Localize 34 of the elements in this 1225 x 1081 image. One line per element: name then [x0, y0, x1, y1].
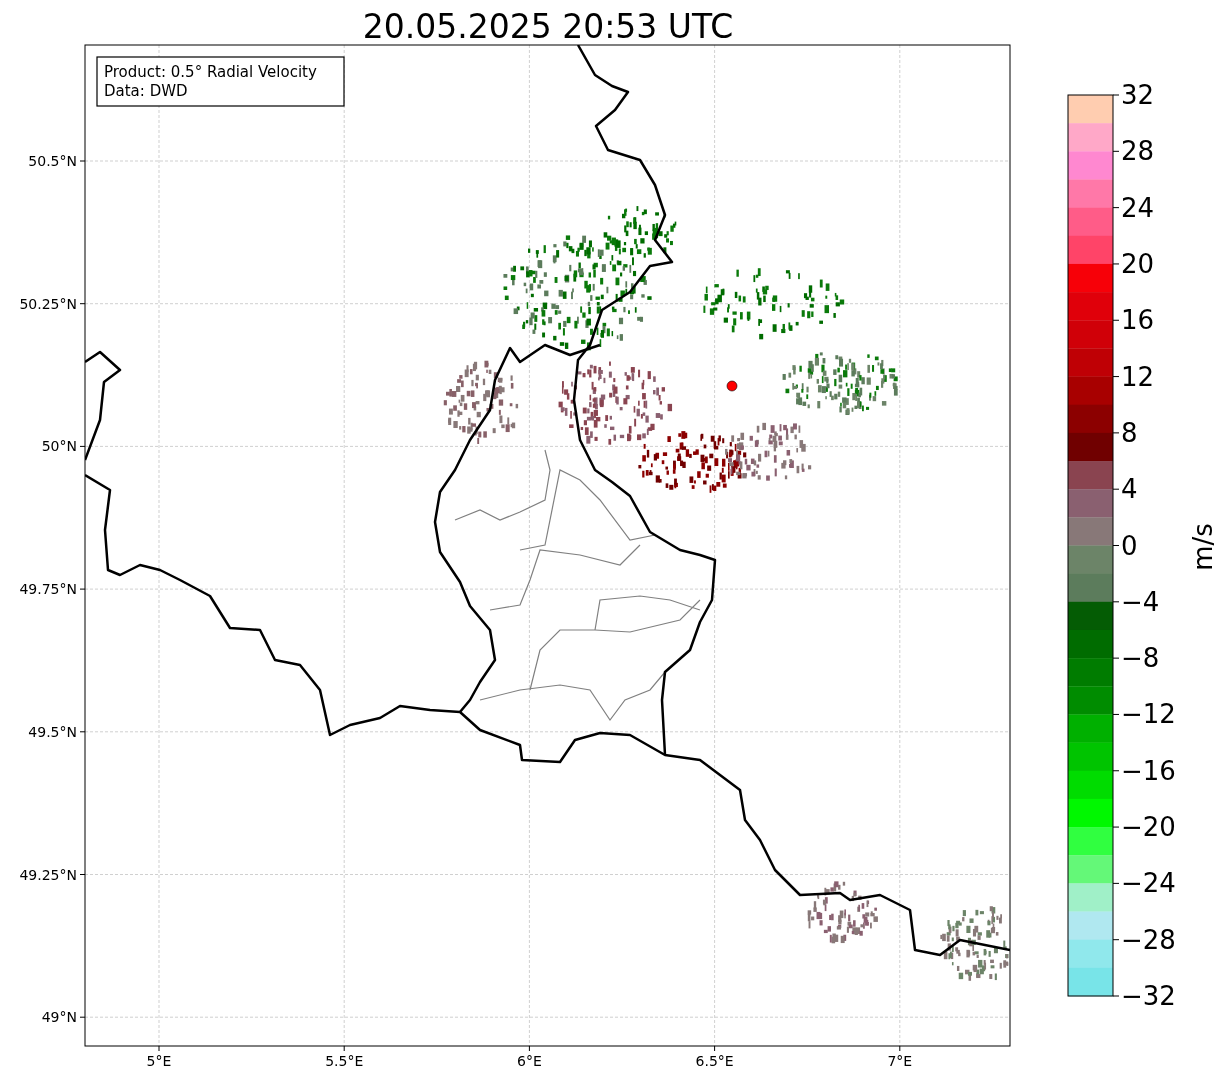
colorbar-tick-label: −32 — [1121, 981, 1176, 1011]
latitude-label: 50.5°N — [28, 153, 77, 169]
colorbar-tick-label: 4 — [1121, 474, 1138, 505]
chart-title: 20.05.2025 20:53 UTC — [362, 7, 734, 46]
latitude-label: 49.25°N — [19, 866, 77, 883]
colorbar-tick-label: 0 — [1121, 530, 1138, 561]
colorbar-tick-label: −4 — [1121, 586, 1160, 617]
colorbar-tick-label: 20 — [1121, 248, 1155, 279]
colorbar-tick-label: 24 — [1121, 192, 1155, 223]
longitude-label: 5.5°E — [325, 1053, 364, 1069]
colorbar-tick-label: −20 — [1121, 812, 1176, 843]
colorbar-tick-label: 16 — [1121, 305, 1155, 336]
radar-station-marker — [726, 380, 738, 392]
latitude-label: 49.5°N — [28, 723, 77, 740]
colorbar-tick-label: −24 — [1121, 868, 1176, 899]
longitude-label: 6.5°E — [695, 1053, 734, 1069]
longitude-label: 7°E — [887, 1053, 913, 1069]
longitude-label: 5°E — [146, 1053, 172, 1069]
colorbar-tick-label: 28 — [1121, 136, 1155, 167]
colorbar-tick-label: 32 — [1121, 80, 1155, 110]
latitude-label: 50°N — [41, 438, 77, 455]
colorbar-label: m/s — [1188, 523, 1218, 571]
info-text: Data: DWD — [104, 82, 188, 100]
info-text: Product: 0.5° Radial Velocity — [104, 63, 317, 81]
longitude-label: 6°E — [517, 1053, 542, 1069]
colorbar-tick-label: −8 — [1121, 643, 1160, 674]
colorbar-tick-label: 8 — [1121, 417, 1138, 448]
colorbar-tick-label: −28 — [1121, 924, 1176, 955]
colorbar-tick-label: 12 — [1121, 361, 1155, 392]
latitude-label: 49.75°N — [19, 581, 77, 598]
colorbar-tick-label: −16 — [1121, 755, 1176, 786]
colorbar-tick-label: −12 — [1121, 699, 1176, 730]
latitude-label: 49°N — [41, 1009, 77, 1026]
latitude-label: 50.25°N — [19, 295, 77, 312]
